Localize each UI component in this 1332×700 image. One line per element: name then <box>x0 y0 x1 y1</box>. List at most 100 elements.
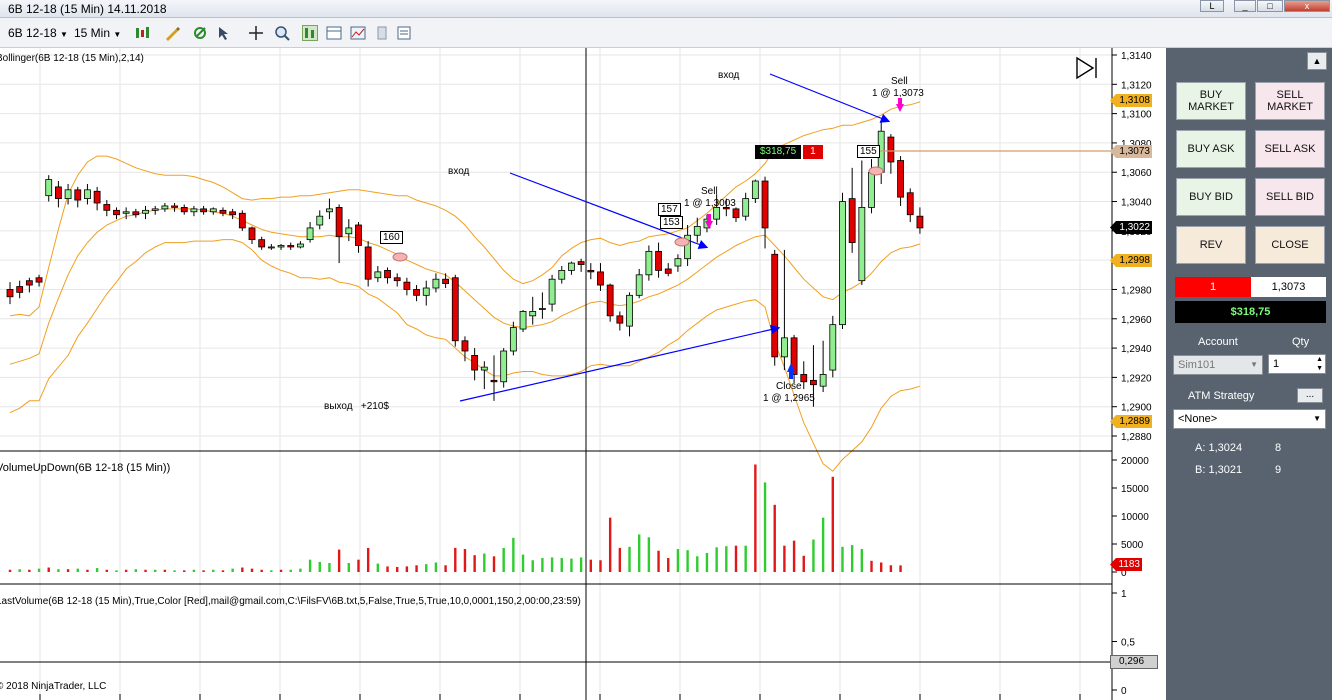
volume-bar <box>289 569 292 572</box>
close-position-button[interactable]: CLOSE <box>1255 226 1325 264</box>
candle-body <box>258 239 266 248</box>
volume-bar <box>841 546 844 572</box>
price-badge: 1,2998 <box>1110 254 1152 267</box>
sell-ask-button[interactable]: SELL ASK <box>1255 130 1325 168</box>
candlestick-icon[interactable] <box>134 25 150 41</box>
account-value: Sim101 <box>1178 359 1216 371</box>
volume-bar <box>454 547 457 572</box>
window-title: 6B 12-18 (15 Min) 14.11.2018 <box>8 2 167 16</box>
volume-bar <box>37 568 41 572</box>
position-price-display: 1,3073 <box>1251 277 1326 297</box>
candle-body <box>839 201 846 326</box>
reverse-button[interactable]: REV <box>1176 226 1246 264</box>
chart-trader-panel: ▲ BUY MARKET SELL MARKET BUY ASK SELL AS… <box>1166 48 1332 700</box>
volume-bar <box>889 565 893 572</box>
sell-market-button[interactable]: SELL MARKET <box>1255 82 1325 120</box>
volume-bar <box>599 560 602 572</box>
volume-bar <box>270 570 273 572</box>
spinner-down-icon[interactable]: ▼ <box>1316 364 1323 373</box>
volume-bar <box>221 570 225 572</box>
volume-bar <box>531 560 534 572</box>
volume-badge: 1183 <box>1110 558 1142 571</box>
position-pnl: $318,75 <box>755 145 802 159</box>
volume-bar <box>28 569 31 572</box>
sell-bid-button[interactable]: SELL BID <box>1255 178 1325 216</box>
account-label: Account <box>1198 336 1238 348</box>
volume-bar <box>792 540 796 572</box>
volume-bar <box>579 557 583 572</box>
qty-label: Qty <box>1292 336 1310 348</box>
buy-bid-button[interactable]: BUY BID <box>1176 178 1246 216</box>
collapse-panel-button[interactable]: ▲ <box>1307 52 1327 70</box>
candle-body <box>626 294 633 327</box>
volume-bar <box>589 559 592 572</box>
candle-body <box>209 208 217 213</box>
sell-execution-stem <box>707 214 711 222</box>
volume-indicator-label: VolumeUpDown(6B 12-18 (15 Min)) <box>0 462 171 474</box>
bollinger-label: Bollinger(6B 12-18 (15 Min),2,14) <box>0 53 144 64</box>
atm-strategy-value: <None> <box>1178 413 1218 425</box>
volume-bar <box>57 569 60 572</box>
atm-strategy-select[interactable]: <None> ▼ <box>1173 409 1326 429</box>
chart-trader-icon[interactable] <box>302 25 318 41</box>
maximize-button[interactable]: □ <box>1257 0 1283 12</box>
volume-bar <box>550 557 554 572</box>
pencil-icon[interactable] <box>164 25 180 41</box>
data-box-icon[interactable] <box>326 25 342 41</box>
volume-bar <box>831 476 834 572</box>
last-volume-indicator-label: LastVolume(6B 12-18 (15 Min),True,Color … <box>0 596 581 607</box>
buy-market-button[interactable]: BUY MARKET <box>1176 82 1246 120</box>
position-pnl-badge[interactable]: $318,75 1 <box>755 145 823 159</box>
bar-count-marker: 160 <box>380 231 403 244</box>
chevron-down-icon: ▼ <box>113 30 122 39</box>
candle-body <box>422 287 430 296</box>
candle-body <box>287 245 295 248</box>
volume-bar <box>502 547 505 572</box>
volume-bar <box>115 570 118 572</box>
candle-body <box>742 198 750 217</box>
close-button[interactable]: x <box>1284 0 1330 12</box>
close-execution-stem <box>789 371 793 379</box>
last-volume-axis-label: 0,5 <box>1121 638 1135 649</box>
volume-bar <box>715 547 718 572</box>
template-icon[interactable] <box>374 25 390 41</box>
volume-bar <box>812 539 815 572</box>
candle-body <box>355 224 362 246</box>
candle-body <box>248 227 256 241</box>
volume-bar <box>405 566 409 572</box>
price-badge: 1,3108 <box>1110 94 1152 107</box>
settings-icon[interactable] <box>396 25 412 41</box>
candle-body <box>868 171 875 208</box>
chart-area[interactable]: 1,31401,31201,31001,30801,30601,30401,30… <box>0 48 1166 700</box>
candle-body <box>558 270 566 280</box>
annotation-entry-1: вход <box>718 70 740 81</box>
volume-bar <box>366 547 370 572</box>
draw-tool-icon[interactable] <box>192 25 208 41</box>
link-button[interactable]: L <box>1200 0 1224 12</box>
account-select[interactable]: Sim101 ▼ <box>1173 355 1263 375</box>
interval-selector[interactable]: 15 Min ▼ <box>74 24 121 42</box>
volume-bar <box>725 546 728 572</box>
price-label: 1,3100 <box>1121 110 1152 121</box>
qty-input[interactable]: 1 ▲ ▼ <box>1268 354 1326 374</box>
volume-bar <box>337 549 341 572</box>
sell-execution-stem <box>898 98 902 105</box>
atm-more-button[interactable]: ... <box>1297 388 1323 403</box>
zoom-icon[interactable] <box>274 25 290 41</box>
properties-icon[interactable] <box>350 25 366 41</box>
cursor-icon[interactable] <box>216 25 232 41</box>
buy-ask-button[interactable]: BUY ASK <box>1176 130 1246 168</box>
instrument-selector[interactable]: 6B 12-18 ▼ <box>8 24 68 42</box>
candle-body <box>751 180 759 200</box>
volume-bar <box>66 569 70 572</box>
volume-bar <box>521 554 525 572</box>
minimize-button[interactable]: _ <box>1234 0 1256 12</box>
spinner-up-icon[interactable]: ▲ <box>1316 355 1323 364</box>
crosshair-icon[interactable] <box>248 25 264 41</box>
last-volume-axis-label: 0 <box>1121 686 1127 697</box>
price-label: 1,2960 <box>1121 315 1152 326</box>
volume-bar <box>154 569 157 572</box>
candle-body <box>384 270 391 279</box>
candle-body <box>916 215 924 229</box>
window-title-bar: 6B 12-18 (15 Min) 14.11.2018 L _ □ x <box>0 0 1332 18</box>
